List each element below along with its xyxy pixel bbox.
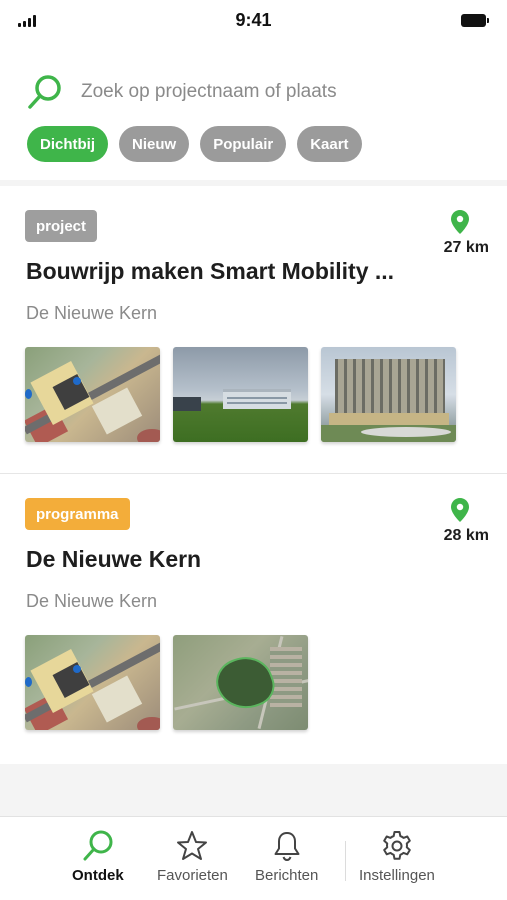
bottom-tab-bar: Ontdek Favorieten Berichten Instellingen <box>0 816 507 900</box>
distance-label: 27 km <box>443 239 489 256</box>
thumbnail-row <box>25 635 308 730</box>
filter-chip-nieuw[interactable]: Nieuw <box>119 126 190 162</box>
tab-divider <box>345 841 346 881</box>
list-footer-spacer <box>0 764 507 816</box>
filter-chip-populair[interactable]: Populair <box>200 126 287 162</box>
tab-label: Instellingen <box>359 867 435 884</box>
card-title: Bouwrijp maken Smart Mobility ... <box>26 258 395 284</box>
battery-icon <box>461 14 489 27</box>
search-input[interactable] <box>81 81 481 103</box>
filter-chips: Dichtbij Nieuw Populair Kaart <box>27 126 362 162</box>
search-bar[interactable] <box>26 72 486 112</box>
tab-berichten[interactable]: Berichten <box>255 829 318 884</box>
search-icon <box>28 75 61 109</box>
project-card[interactable]: project 27 km Bouwrijp maken Smart Mobil… <box>0 186 507 474</box>
card-title: De Nieuwe Kern <box>26 546 202 572</box>
tab-favorieten[interactable]: Favorieten <box>157 829 228 884</box>
card-location: De Nieuwe Kern <box>26 303 158 323</box>
filter-chip-dichtbij[interactable]: Dichtbij <box>27 126 108 162</box>
green-field-photo-thumbnail[interactable] <box>173 347 308 442</box>
site-map-thumbnail[interactable] <box>25 347 160 442</box>
status-time: 9:41 <box>235 10 272 30</box>
distance-label: 28 km <box>443 527 489 544</box>
thumbnail-row <box>25 347 456 442</box>
tab-instellingen[interactable]: Instellingen <box>359 829 435 884</box>
aerial-map-thumbnail[interactable] <box>173 635 308 730</box>
project-card[interactable]: programma 28 km De Nieuwe Kern De Nieuwe… <box>0 474 507 764</box>
tab-label: Berichten <box>255 867 319 884</box>
tab-label: Ontdek <box>72 867 124 884</box>
map-pin-icon <box>451 210 469 234</box>
gear-icon <box>383 831 411 860</box>
tab-label: Favorieten <box>157 867 228 884</box>
tab-ontdek[interactable]: Ontdek <box>72 829 124 884</box>
category-tag: project <box>25 210 98 242</box>
map-pin-icon <box>451 498 469 522</box>
category-tag: programma <box>25 498 130 530</box>
filter-chip-kaart[interactable]: Kaart <box>297 126 362 162</box>
star-icon <box>177 831 208 860</box>
office-building-photo-thumbnail[interactable] <box>321 347 456 442</box>
status-bar: 9:41 <box>0 0 507 42</box>
site-map-thumbnail[interactable] <box>25 635 160 730</box>
card-location: De Nieuwe Kern <box>26 591 158 611</box>
search-icon <box>83 830 113 861</box>
bell-icon <box>274 832 300 862</box>
